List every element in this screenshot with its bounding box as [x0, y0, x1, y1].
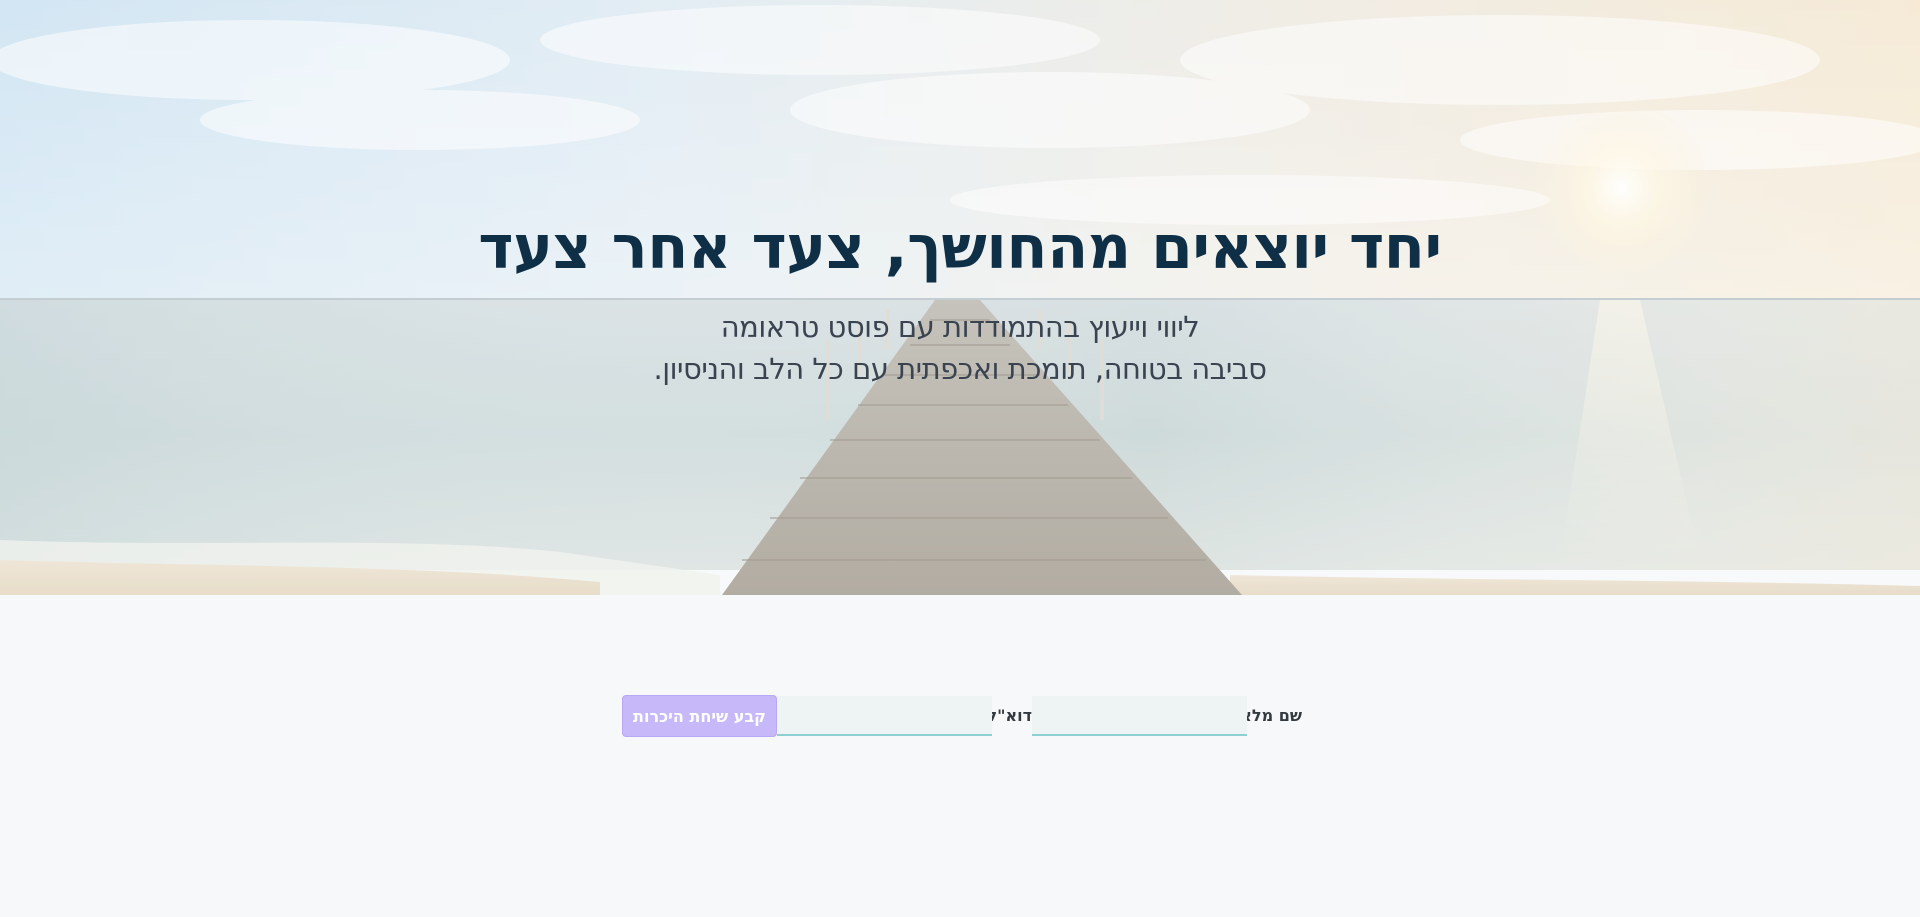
full-name-input[interactable] [1032, 696, 1247, 736]
intro-call-form: שם מלא דוא"ל קבע שיחת היכרות [622, 695, 1302, 737]
schedule-intro-call-button[interactable]: קבע שיחת היכרות [622, 695, 777, 737]
hero-subtitle-line1: ליווי וייעוץ בהתמודדות עם פוסט טראומה [720, 310, 1200, 344]
hero-background-image [0, 0, 1920, 595]
email-input[interactable] [777, 696, 992, 736]
hero-subtitle-line2: סביבה בטוחה, תומכת ואכפתית עם כל הלב והנ… [653, 352, 1267, 386]
full-name-label: שם מלא [1240, 706, 1302, 725]
hero-section: יחד יוצאים מהחושך, צעד אחר צעד ליווי ויי… [0, 0, 1920, 595]
hero-title: יחד יוצאים מהחושך, צעד אחר צעד [478, 213, 1442, 283]
email-label: דוא"ל [987, 706, 1032, 725]
